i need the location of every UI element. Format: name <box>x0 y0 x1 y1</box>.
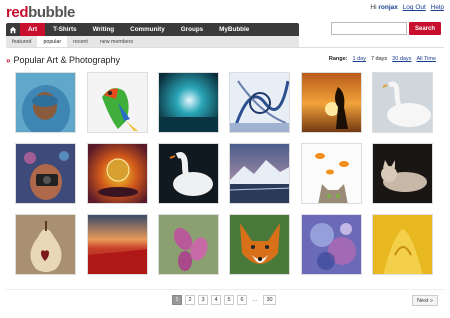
range-30-days[interactable]: 30 days <box>392 56 411 62</box>
page-link[interactable]: 1 <box>172 295 182 305</box>
gallery-thumb[interactable] <box>301 214 362 275</box>
sub-nav: featured popular recent new members <box>6 36 299 47</box>
greeting-text: Hi <box>370 4 377 11</box>
page-link[interactable]: 3 <box>198 295 208 305</box>
gallery-thumb[interactable] <box>301 72 362 133</box>
gallery-thumb[interactable] <box>158 72 219 133</box>
page-link-last[interactable]: 30 <box>263 295 276 305</box>
nav-item-community[interactable]: Community <box>122 23 173 36</box>
subnav-item-new-members[interactable]: new members <box>94 36 139 47</box>
gallery-thumb[interactable] <box>372 143 433 204</box>
nav-item-art[interactable]: Art <box>20 23 46 36</box>
nav-item-writing[interactable]: Writing <box>85 23 123 36</box>
page-link[interactable]: 5 <box>224 295 234 305</box>
nav-item-groups[interactable]: Groups <box>173 23 211 36</box>
gallery-thumb[interactable] <box>301 143 362 204</box>
user-bar: Hi ronjax Log Out Help <box>370 4 444 11</box>
gallery-thumb[interactable] <box>87 72 148 133</box>
range-7-days[interactable]: 7 days <box>371 56 387 62</box>
search-input[interactable] <box>331 22 407 35</box>
range-label: Range: <box>328 56 348 62</box>
help-link[interactable]: Help <box>431 4 444 11</box>
search-button[interactable]: Search <box>409 22 441 35</box>
gallery-thumb[interactable] <box>87 214 148 275</box>
main-nav: Art T-Shirts Writing Community Groups My… <box>6 23 299 36</box>
range-all-time[interactable]: All Time <box>416 56 436 62</box>
gallery-thumb[interactable] <box>158 214 219 275</box>
gallery-bottom-divider <box>6 289 444 290</box>
page-link[interactable]: 2 <box>185 295 195 305</box>
gallery-thumb[interactable] <box>158 143 219 204</box>
gallery-thumb[interactable] <box>229 72 290 133</box>
page-link[interactable]: 6 <box>237 295 247 305</box>
gallery-thumb[interactable] <box>229 214 290 275</box>
next-page-button[interactable]: Next » <box>412 295 438 306</box>
range-1-day[interactable]: 1 day <box>352 56 365 62</box>
subnav-item-recent[interactable]: recent <box>67 36 94 47</box>
range-selector: Range: 1 day 7 days 30 days All Time <box>329 56 436 62</box>
page-title: » Popular Art & Photography <box>6 55 120 65</box>
page-title-text: Popular Art & Photography <box>13 55 121 65</box>
nav-item-mybubble[interactable]: MyBubble <box>211 23 257 36</box>
pagination-ellipsis: ... <box>250 295 260 305</box>
gallery-thumb[interactable] <box>15 214 76 275</box>
gallery-thumb[interactable] <box>15 143 76 204</box>
gallery-thumb[interactable] <box>372 72 433 133</box>
subnav-item-popular[interactable]: popular <box>37 36 68 47</box>
gallery-thumb[interactable] <box>87 143 148 204</box>
nav-item-tshirts[interactable]: T-Shirts <box>45 23 84 36</box>
gallery-thumb[interactable] <box>229 143 290 204</box>
logo-red-part: red <box>6 4 29 21</box>
double-chevron-icon: » <box>6 55 11 65</box>
gallery-thumb[interactable] <box>372 214 433 275</box>
username-link[interactable]: ronjax <box>378 4 398 11</box>
pagination: 1 2 3 4 5 6 ... 30 <box>172 295 276 305</box>
home-icon[interactable] <box>6 23 20 36</box>
logo-gray-part: bubble <box>28 4 75 21</box>
redbubble-logo[interactable]: redbubble <box>6 4 75 21</box>
header-divider <box>6 47 444 48</box>
subnav-item-featured[interactable]: featured <box>6 36 37 47</box>
gallery-thumb[interactable] <box>15 72 76 133</box>
page-link[interactable]: 4 <box>211 295 221 305</box>
logout-link[interactable]: Log Out <box>403 4 426 11</box>
